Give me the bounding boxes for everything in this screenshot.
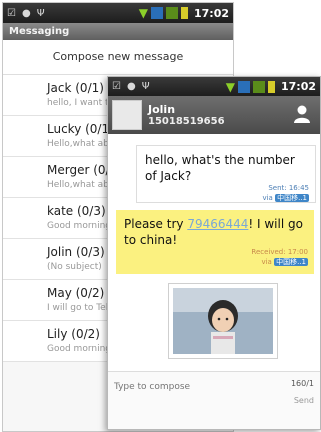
via-label: via <box>262 194 273 202</box>
sd-card-icon: ● <box>126 81 136 92</box>
signal-icon <box>237 80 250 93</box>
battery-icon <box>267 80 275 93</box>
checkbox-notification-icon: ☑ <box>112 81 121 92</box>
sd-card-icon: ● <box>21 7 31 19</box>
received-time: Received: 17:00 <box>251 248 308 256</box>
received-text-start: Please try <box>124 217 188 231</box>
checkbox-notification-icon: ☑ <box>7 7 16 19</box>
carrier-badge: 中国移..1 <box>275 194 309 202</box>
battery-icon <box>180 7 188 19</box>
status-bar: ☑ ● Ψ ▼ 17:02 <box>108 77 320 96</box>
wifi-icon: ▼ <box>225 79 235 94</box>
phone-number-link[interactable]: 79466444 <box>187 217 248 231</box>
received-message-bubble[interactable]: Please try 79466444! I will go to china!… <box>116 210 314 274</box>
sent-time: Sent: 16:45 <box>268 184 309 192</box>
conversation-screen: ☑ ● Ψ ▼ 17:02 Jolin 15018519656 hello, w… <box>107 76 321 430</box>
contact-name: Jolin <box>148 103 176 116</box>
child-photo <box>173 288 273 354</box>
received-message-text: Please try 79466444! I will go to china! <box>124 216 306 248</box>
contact-avatar[interactable] <box>112 100 142 130</box>
compose-bar: 160/1 Send <box>108 371 320 429</box>
sent-message-bubble[interactable]: hello, what's the number of Jack? Sent: … <box>136 145 316 203</box>
contact-header: Jolin 15018519656 <box>108 96 320 134</box>
wifi-icon: ▼ <box>138 6 148 20</box>
compose-new-message-button[interactable]: Compose new message <box>3 40 233 75</box>
compose-input[interactable] <box>112 377 266 397</box>
send-button[interactable]: Send <box>294 396 314 405</box>
contact-phone: 15018519656 <box>148 116 225 127</box>
contact-info: Jolin 15018519656 <box>148 103 225 127</box>
status-clock: 17:02 <box>280 80 316 93</box>
signal-strength-icon <box>252 80 265 93</box>
app-title: Messaging <box>3 23 233 40</box>
status-bar: ☑ ● Ψ ▼ 17:02 <box>3 3 233 23</box>
received-via: via 中国移..1 <box>261 257 308 267</box>
carrier-badge: 中国移..1 <box>274 258 308 266</box>
person-icon[interactable] <box>292 104 312 124</box>
sent-message-text: hello, what's the number of Jack? <box>145 153 295 183</box>
usb-icon: Ψ <box>36 7 45 19</box>
via-label: via <box>261 258 272 266</box>
status-clock: 17:02 <box>193 6 229 20</box>
usb-icon: Ψ <box>141 81 150 92</box>
sent-via: via 中国移..1 <box>262 193 309 203</box>
mms-image-attachment[interactable] <box>168 283 278 359</box>
signal-strength-icon <box>165 7 178 19</box>
char-counter: 160/1 <box>290 379 314 388</box>
signal-icon <box>150 7 163 19</box>
